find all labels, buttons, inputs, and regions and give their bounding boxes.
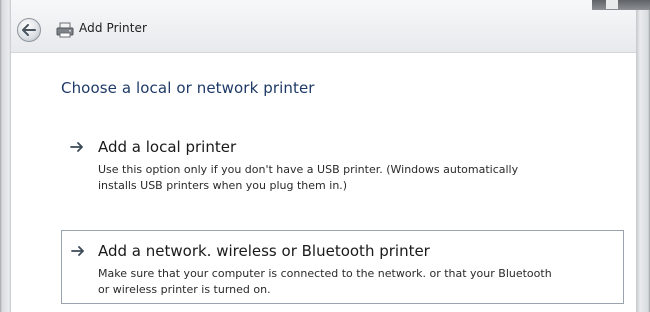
option-title: Add a network. wireless or Bluetooth pri…	[98, 242, 430, 260]
arrow-right-icon	[71, 246, 84, 256]
window-controls-edge	[592, 0, 650, 10]
window-frame-right	[636, 0, 650, 312]
option-title: Add a local printer	[98, 138, 237, 156]
window-frame-left	[0, 0, 11, 312]
window-controls-gap	[606, 0, 618, 9]
add-local-printer-option[interactable]: Add a local printer Use this option only…	[64, 134, 604, 204]
option-description-line2: installs USB printers when you plug them…	[98, 179, 348, 192]
printer-icon	[56, 22, 74, 38]
add-network-printer-option[interactable]: Add a network. wireless or Bluetooth pri…	[61, 230, 624, 304]
page-heading: Choose a local or network printer	[61, 79, 315, 97]
option-description-line2: or wireless printer is turned on.	[98, 283, 271, 296]
back-button[interactable]	[17, 18, 41, 42]
window-title: Add Printer	[79, 21, 148, 35]
option-description-line1: Use this option only if you don't have a…	[98, 163, 519, 176]
arrow-right-icon	[70, 142, 83, 152]
add-printer-window: Add Printer Choose a local or network pr…	[0, 0, 650, 312]
option-description-line1: Make sure that your computer is connecte…	[98, 267, 552, 280]
back-arrow-icon	[22, 24, 36, 36]
